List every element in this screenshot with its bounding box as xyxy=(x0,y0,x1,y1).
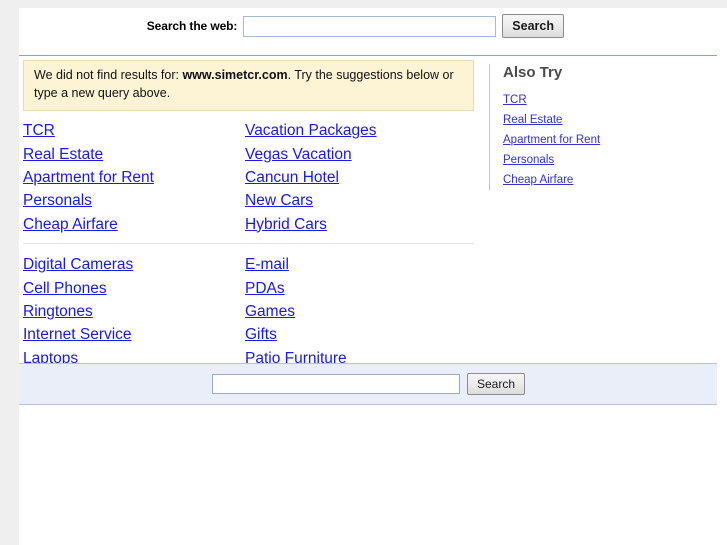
list-item[interactable]: Cheap Airfare xyxy=(503,170,723,190)
list-item[interactable]: Real Estate xyxy=(19,143,241,166)
list-item[interactable]: Vacation Packages xyxy=(241,120,477,143)
suggestion-link[interactable]: Cell Phones xyxy=(23,280,107,298)
notice-query: www.simetcr.com xyxy=(182,68,288,82)
search-the-web-label: Search the web: xyxy=(146,19,238,33)
list-item[interactable]: TCR xyxy=(19,120,241,143)
list-item[interactable]: PDAs xyxy=(241,277,477,300)
suggestion-link[interactable]: Apartment for Rent xyxy=(23,169,154,187)
list-item[interactable]: Cell Phones xyxy=(19,277,241,300)
suggestion-grid-primary: TCR Vacation Packages Real Estate Vegas … xyxy=(19,120,477,237)
list-item[interactable]: Digital Cameras xyxy=(19,253,241,276)
list-item[interactable]: Cancun Hotel xyxy=(241,166,477,189)
suggestion-link[interactable]: PDAs xyxy=(245,280,285,298)
footer-search-button[interactable]: Search xyxy=(467,373,526,395)
search-button[interactable]: Search xyxy=(502,14,564,38)
suggestion-link[interactable]: Vacation Packages xyxy=(245,122,377,140)
suggestion-link[interactable]: New Cars xyxy=(245,192,313,210)
list-item[interactable]: E-mail xyxy=(241,253,477,276)
footer-search-bar: Search xyxy=(19,363,717,405)
no-results-notice: We did not find results for: www.simetcr… xyxy=(23,60,474,111)
list-item[interactable]: Ringtones xyxy=(19,300,241,323)
suggestion-group-divider xyxy=(23,243,474,245)
notice-prefix: We did not find results for: xyxy=(34,68,183,82)
suggestion-link[interactable]: TCR xyxy=(23,122,55,140)
suggestion-link[interactable]: Personals xyxy=(23,192,92,210)
suggestion-link[interactable]: Games xyxy=(245,303,295,321)
list-item[interactable]: Games xyxy=(241,300,477,323)
list-item[interactable]: Gifts xyxy=(241,324,477,347)
list-item[interactable]: Personals xyxy=(19,190,241,213)
footer-search-input[interactable] xyxy=(212,374,460,394)
top-search-bar: Search the web: Search xyxy=(19,8,727,48)
suggestion-link[interactable]: Vegas Vacation xyxy=(245,146,352,164)
also-try-link[interactable]: TCR xyxy=(503,94,527,106)
also-try-panel: Also Try TCR Real Estate Apartment for R… xyxy=(489,64,723,190)
also-try-title: Also Try xyxy=(503,64,563,81)
list-item[interactable]: Personals xyxy=(503,150,723,170)
suggestion-grid-secondary: Digital Cameras E-mail Cell Phones PDAs … xyxy=(19,253,477,370)
search-input[interactable] xyxy=(243,15,497,37)
suggestion-link[interactable]: Ringtones xyxy=(23,303,93,321)
top-search-form: Search the web: Search xyxy=(19,14,564,38)
footer-search-form: Search xyxy=(212,373,526,395)
also-try-link[interactable]: Personals xyxy=(503,154,554,166)
list-item[interactable]: TCR xyxy=(503,90,723,110)
list-item[interactable]: Apartment for Rent xyxy=(503,130,723,150)
suggestion-link[interactable]: Digital Cameras xyxy=(23,256,133,274)
also-try-link[interactable]: Apartment for Rent xyxy=(503,134,600,146)
suggestion-link[interactable]: Real Estate xyxy=(23,146,103,164)
list-item[interactable]: Cheap Airfare xyxy=(19,213,241,236)
list-item[interactable]: Hybrid Cars xyxy=(241,213,477,236)
list-item[interactable]: Real Estate xyxy=(503,110,723,130)
list-item[interactable]: Vegas Vacation xyxy=(241,143,477,166)
suggestion-link[interactable]: Cheap Airfare xyxy=(23,216,118,234)
header-divider xyxy=(19,55,717,56)
suggestion-link[interactable]: Hybrid Cars xyxy=(245,216,327,234)
suggestion-link[interactable]: Cancun Hotel xyxy=(245,169,339,187)
also-try-link[interactable]: Real Estate xyxy=(503,114,562,126)
list-item[interactable]: Internet Service xyxy=(19,324,241,347)
page-container: Search the web: Search We did not find r… xyxy=(19,8,727,545)
suggestion-link[interactable]: Internet Service xyxy=(23,326,132,344)
list-item[interactable]: New Cars xyxy=(241,190,477,213)
list-item[interactable]: Apartment for Rent xyxy=(19,166,241,189)
suggestion-link[interactable]: Gifts xyxy=(245,326,277,344)
results-column: We did not find results for: www.simetcr… xyxy=(19,60,477,370)
suggestion-link[interactable]: E-mail xyxy=(245,256,289,274)
also-try-link[interactable]: Cheap Airfare xyxy=(503,174,573,186)
